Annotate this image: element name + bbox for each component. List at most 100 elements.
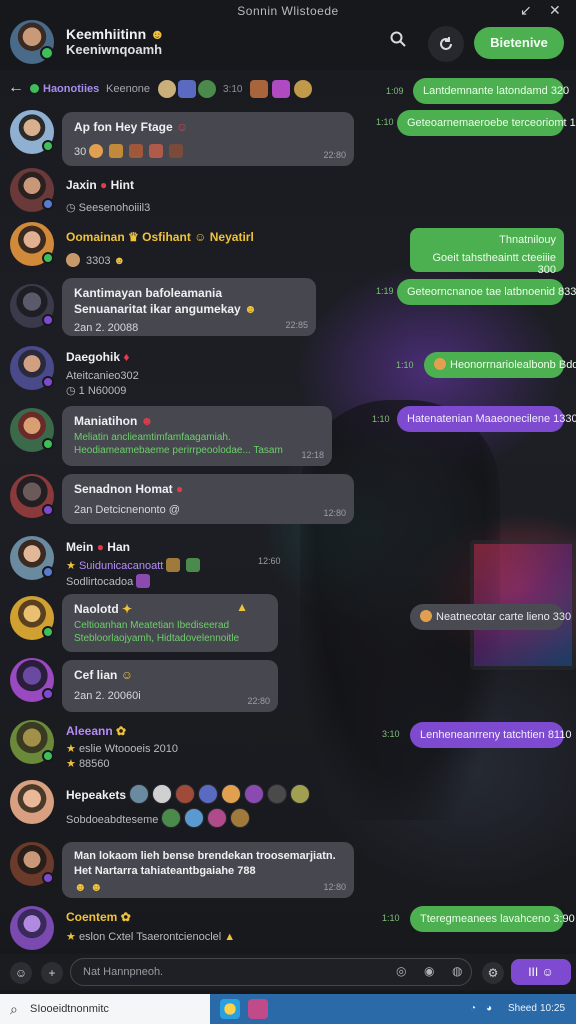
emoji-icon: ☻	[113, 255, 126, 267]
message-bubble[interactable]: Man lokaom lieh bense brendekan troosema…	[62, 842, 354, 898]
emoji-icon: ☺	[176, 120, 189, 134]
status-badge-icon	[42, 566, 54, 578]
avatar[interactable]	[10, 780, 54, 824]
message-time: 12:80	[323, 508, 346, 518]
sender-name: Naolotd	[74, 602, 119, 616]
mini-avatar[interactable]	[250, 80, 268, 98]
pill-time: 3:10	[382, 729, 400, 739]
message-meta: eslie Wtoooeis 2010	[78, 743, 178, 755]
sender-name: Coentem	[66, 910, 118, 924]
message-plain[interactable]: Oomainan ♛ Osfihant ☺ Neyatirl 3303 ☻	[66, 230, 254, 267]
mic-icon[interactable]: ◎	[396, 964, 406, 978]
channel-tag[interactable]: Haonotiies	[30, 83, 99, 95]
pill-time: 1:10	[382, 913, 400, 923]
crown-icon: ♛	[128, 230, 139, 244]
gif-icon[interactable]: ◉	[424, 964, 434, 978]
volume-icon[interactable]: ◕	[486, 1003, 492, 1014]
settings-icon[interactable]: ⚙	[482, 962, 504, 984]
sent-message-block[interactable]: Thnatnilouy Goeit tahstheaintt cteeiiie …	[410, 228, 564, 276]
minimize-icon[interactable]: ↙	[520, 2, 532, 19]
message-meta: 3303	[86, 255, 111, 267]
message-plain[interactable]: Coentem ✿ ★ eslon Cxtel Tsaerontcienocle…	[66, 910, 326, 943]
at-icon: @	[168, 504, 180, 516]
os-taskbar: SIooeidtnonmitc ◔ ◕ Sheed 10:25	[0, 994, 576, 1024]
message-bubble[interactable]: Maniatihon ☻ Meliatin anclieamtimfamfaag…	[62, 406, 332, 466]
sender-name: Aleeann	[66, 724, 113, 738]
sent-message-pill[interactable]: Tteregmeanees lavahceno 3:90	[410, 906, 575, 932]
taskbar-app-icon[interactable]	[248, 999, 268, 1019]
message-text: Celtioanhan Meatetian Ibediseerad	[74, 620, 230, 631]
message-plain[interactable]: Hepeakets Sobdoeabdteseme	[66, 784, 326, 828]
sent-message-pill[interactable]: Neatnecotar carte lieno 330	[410, 604, 571, 630]
message-text: Man lokaom lieh bense brendekan troosema…	[74, 850, 336, 862]
avatar[interactable]	[10, 906, 54, 950]
message-time: 22:85	[285, 320, 308, 330]
sticker-icon[interactable]: ◍	[452, 964, 462, 978]
emoji-icon: ✿	[116, 724, 127, 738]
message-plain[interactable]: Aleeann ✿ ★ eslie Wtoooeis 2010 ★ 88560	[66, 724, 178, 770]
pill-time: 1:09	[386, 86, 404, 96]
status-badge-icon	[42, 314, 54, 326]
sender-name: Daegohik	[66, 350, 121, 364]
message-bubble[interactable]: Naolotd ✦ Celtioanhan Meatetian Ibedisee…	[62, 594, 278, 652]
message-bubble[interactable]: Kantimayan bafoleamania Senuanaritat ika…	[62, 278, 316, 336]
sent-message-pill[interactable]: Heonorrnariolealbonb Bdd	[424, 352, 576, 378]
online-status-icon	[40, 46, 54, 60]
sent-message-pill[interactable]: Hatenatenian Maaeonecilene 1330	[397, 406, 576, 432]
sent-message-pill[interactable]: Geteorncnanoe tae latbnoenid 8339	[397, 279, 576, 305]
composer-bar: ☺ + Nat Hannpneoh. ◎ ◉ ◍ ⚙ III ☺	[0, 954, 576, 990]
message-meta: 88560	[78, 758, 110, 770]
message-bubble[interactable]: Ap fon Hey Ftage ☺ 30 22:80	[62, 112, 354, 166]
emoji-icon	[434, 358, 446, 370]
taskbar-search[interactable]: SIooeidtnonmitc	[0, 994, 210, 1024]
sender-name: Oomainan	[66, 230, 125, 244]
mini-avatar[interactable]	[178, 80, 196, 98]
smiley-icon[interactable]: ☺	[10, 962, 32, 984]
pill-time: 1:10	[396, 360, 414, 370]
sent-message-pill[interactable]: Geteoarnemaeroebe terceoriomt 1330	[397, 110, 576, 136]
taskbar-app-icon[interactable]	[220, 999, 240, 1019]
mini-avatar[interactable]	[294, 80, 312, 98]
message-meta: 2an Detcicnenonto	[74, 504, 166, 516]
message-time: 12:18	[301, 450, 324, 460]
back-arrow-icon[interactable]: ←	[8, 79, 24, 97]
emoji-icon: ☻	[74, 880, 87, 894]
sent-message-pill[interactable]: Lenheneanrreny tatchtien 8110	[410, 722, 571, 748]
mini-avatar[interactable]	[158, 80, 176, 98]
message-plain[interactable]: Daegohik ♦ Ateitcanieo302 ◷ 1 N60009	[66, 350, 139, 397]
reaction-avatars[interactable]	[129, 784, 313, 804]
message-text: Het Nartarra tahiateantbgaiahe 788	[74, 865, 256, 877]
message-meta: 2an 2. 20088	[74, 322, 139, 334]
wifi-icon[interactable]: ◔	[470, 1003, 476, 1014]
message-input[interactable]: Nat Hannpneoh.	[70, 958, 472, 986]
status-badge-icon	[42, 198, 54, 210]
send-button[interactable]: III ☺	[511, 959, 571, 985]
emoji-icon: ✦	[122, 602, 133, 616]
header-action-button[interactable]: Bietenive	[474, 27, 564, 59]
message-meta: Sobdoeabdteseme	[66, 814, 159, 826]
window-title: Sonnin Wlistoede	[237, 4, 339, 18]
close-icon[interactable]: ✕	[549, 2, 561, 19]
emoji-icon	[420, 610, 432, 622]
message-text: Thnatnilouy	[499, 234, 556, 246]
message-text: Han	[107, 540, 130, 554]
search-button[interactable]	[384, 30, 412, 58]
sender-name: Hepeakets	[66, 788, 127, 802]
online-badge-icon	[42, 252, 54, 264]
message-bubble[interactable]: Senadnon Homat ● 2an Detcicnenonto @ 12:…	[62, 474, 354, 524]
mini-avatar[interactable]	[272, 80, 290, 98]
refresh-button[interactable]	[428, 26, 464, 62]
refresh-icon	[440, 37, 452, 50]
message-plain[interactable]: Jaxin ● Hint ◷ Seesenohoiiil3	[66, 178, 150, 214]
heart-icon: ●	[96, 540, 104, 554]
message-text: Neyatirl	[209, 230, 254, 244]
plus-icon[interactable]: +	[41, 962, 63, 984]
online-badge-icon	[42, 626, 54, 638]
tray-label: Sheed	[508, 1003, 537, 1014]
mini-avatar[interactable]	[198, 80, 216, 98]
message-bubble[interactable]: Cef lian ☺ 2an 2. 20060i 22:80	[62, 660, 278, 712]
smile-icon: ☺	[194, 230, 207, 244]
message-meta: Ateitcanieo302	[66, 370, 139, 382]
message-plain[interactable]: Mein ● Han ★ Suidunicacanoatt Sodlirtoca…	[66, 540, 276, 588]
sent-message-pill[interactable]: Lantdemnante latondamd 320	[413, 78, 569, 104]
